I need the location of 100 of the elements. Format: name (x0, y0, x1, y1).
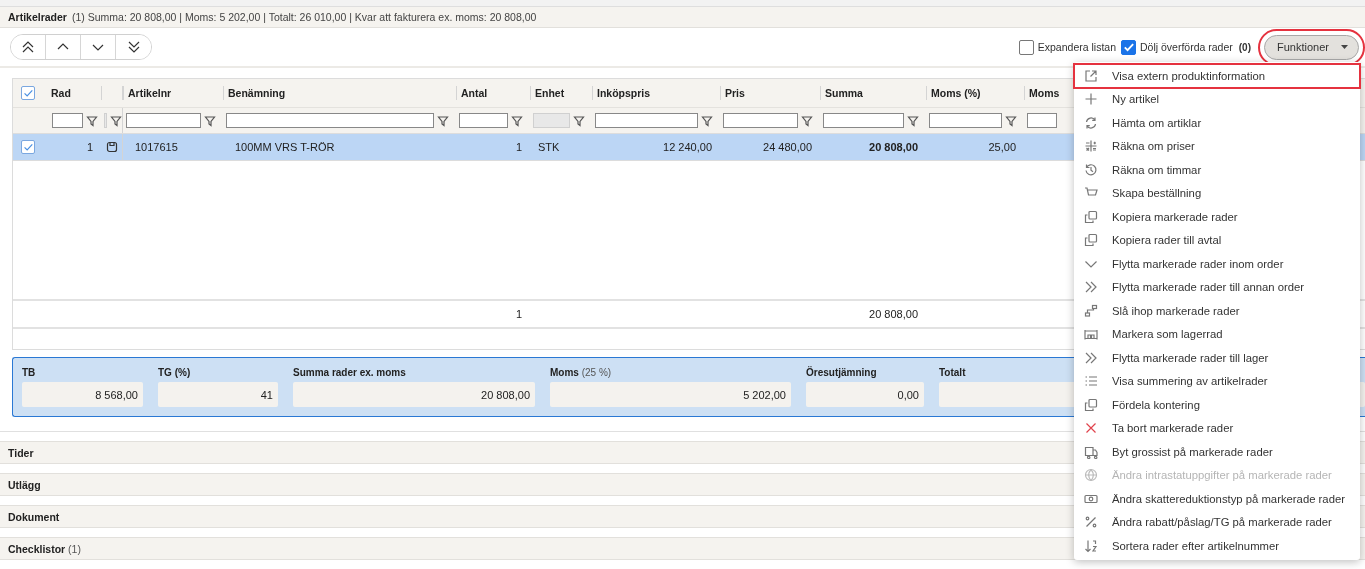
calculator-icon (1084, 139, 1098, 154)
readonly-field: 8 568,00 (22, 382, 143, 407)
filter-icon[interactable] (437, 114, 449, 127)
copy-icon (1084, 397, 1098, 412)
column-header[interactable]: Summa (825, 87, 863, 99)
checkbox[interactable] (1018, 39, 1034, 55)
column-header[interactable]: Rad (51, 87, 71, 99)
copy-icon (1084, 209, 1098, 224)
table-cell: 1017615 (135, 141, 178, 153)
filter-icon[interactable] (204, 114, 216, 127)
menu-item[interactable]: Ny artikel (1074, 87, 1360, 111)
table-cell: STK (538, 141, 560, 153)
menu-item[interactable]: Räkna om timmar (1074, 158, 1360, 182)
summary-text: (1) Summa: 20 808,00 | Moms: 5 202,00 | Totalt: 26 010,00 | Kvar att fakturera ex. moms: 20 808,00 (71, 11, 537, 23)
truck-icon (1084, 444, 1098, 459)
menu-item[interactable]: Hämta om artiklar (1074, 111, 1360, 135)
table-cell: 24 480,00 (763, 141, 812, 153)
filter-icon[interactable] (907, 114, 919, 127)
filter-field[interactable] (823, 113, 904, 128)
menu-item[interactable]: Visa summering av artikelrader (1074, 369, 1360, 393)
field-label: Öresutjämning (806, 367, 878, 378)
filter-field[interactable] (595, 113, 698, 128)
filter-icon[interactable] (110, 114, 122, 127)
filter-field[interactable] (1027, 113, 1057, 128)
merge-icon (1084, 303, 1098, 318)
column-header[interactable]: Artikelnr (128, 87, 172, 99)
filter-field[interactable] (52, 113, 83, 128)
menu-item[interactable]: Kopiera markerade rader (1074, 205, 1360, 229)
table-cell: 1 (515, 141, 522, 153)
copy-icon (1084, 233, 1098, 248)
menu-item[interactable]: Fördela kontering (1074, 393, 1360, 417)
filter-icon[interactable] (86, 114, 98, 127)
shelf-icon (1084, 327, 1098, 342)
menu-item[interactable]: Markera som lagerrad (1074, 322, 1360, 346)
menu-item[interactable]: Flytta markerade rader inom order (1074, 252, 1360, 276)
menu-item[interactable]: Slå ihop markerade rader (1074, 299, 1360, 323)
package-icon[interactable] (105, 141, 118, 153)
double-chevron-icon (1084, 350, 1098, 365)
readonly-field: 0,00 (806, 382, 924, 407)
double-up-icon (21, 40, 35, 54)
table-cell: 100MM VRS T-RÖR (235, 141, 335, 153)
column-header[interactable]: Inköpspris (597, 87, 651, 99)
field-label: Summa rader ex. moms (293, 367, 407, 378)
column-header[interactable]: Antal (461, 87, 488, 99)
section-title: Artikelrader (8, 11, 67, 23)
menu-item[interactable]: Räkna om priser (1074, 134, 1360, 158)
checkbox[interactable] (1121, 39, 1136, 55)
plus-icon (1084, 92, 1098, 107)
menu-item[interactable]: Visa extern produktinformation (1074, 64, 1360, 88)
double-down-icon (126, 40, 141, 54)
field-label: Totalt (939, 367, 967, 378)
list-icon (1084, 374, 1098, 389)
filter-icon[interactable] (511, 114, 523, 127)
readonly-field: 41 (158, 382, 278, 407)
filter-field[interactable] (929, 113, 1002, 128)
column-header[interactable]: Benämning (228, 87, 286, 99)
checkbox-label: Expandera listan (1037, 41, 1116, 53)
filter-field[interactable] (126, 113, 201, 128)
row-checkbox[interactable] (21, 140, 35, 154)
filter-icon[interactable] (801, 114, 813, 127)
menu-item[interactable]: Ta bort markerade rader (1074, 416, 1360, 440)
table-cell: 1 (86, 141, 93, 153)
double-chevron-icon (1084, 280, 1098, 295)
column-header[interactable]: Pris (725, 87, 745, 99)
filter-icon[interactable] (701, 114, 713, 127)
menu-item[interactable]: Flytta markerade rader till annan order (1074, 275, 1360, 299)
filter-icon[interactable] (573, 114, 585, 127)
field-label: Moms (25 %) (550, 367, 613, 378)
refresh-icon (1084, 115, 1098, 130)
sort-icon (1084, 538, 1098, 553)
menu-item[interactable]: Byt grossist på markerade rader (1074, 440, 1360, 464)
count-text: (0) (1238, 41, 1251, 53)
external-link-icon (1084, 68, 1098, 83)
menu-item[interactable]: Kopiera rader till avtal (1074, 228, 1360, 252)
field-label: TG (%) (158, 367, 192, 378)
column-header[interactable]: Moms (1029, 87, 1060, 99)
nav-button[interactable] (11, 35, 46, 59)
table-cell: 20 808,00 (869, 141, 918, 153)
history-icon (1084, 162, 1098, 177)
table-cell: 25,00 (988, 141, 1016, 153)
readonly-field: 20 808,00 (293, 382, 535, 407)
menu-item[interactable]: Sortera rader efter artikelnummer (1074, 534, 1360, 558)
filter-field[interactable] (226, 113, 434, 128)
menu-item[interactable]: Skapa beställning (1074, 181, 1360, 205)
column-header[interactable]: Enhet (535, 87, 565, 99)
table-cell: 12 240,00 (663, 141, 712, 153)
globe-icon (1084, 468, 1098, 483)
checkbox-label: Dölj överförda rader (1140, 41, 1233, 53)
field-label: TB (22, 367, 37, 378)
percent-icon (1084, 515, 1098, 530)
caret-icon (1341, 45, 1348, 49)
filter-field[interactable] (459, 113, 508, 128)
filter-field[interactable] (723, 113, 798, 128)
select-all-checkbox[interactable] (21, 86, 35, 100)
column-header[interactable]: Moms (%) (931, 87, 981, 99)
total-value: 1 (515, 308, 522, 320)
total-value: 20 808,00 (869, 308, 918, 320)
menu-item[interactable]: Flytta markerade rader till lager (1074, 346, 1360, 370)
filter-icon[interactable] (1005, 114, 1017, 127)
readonly-field: 5 202,00 (550, 382, 791, 407)
